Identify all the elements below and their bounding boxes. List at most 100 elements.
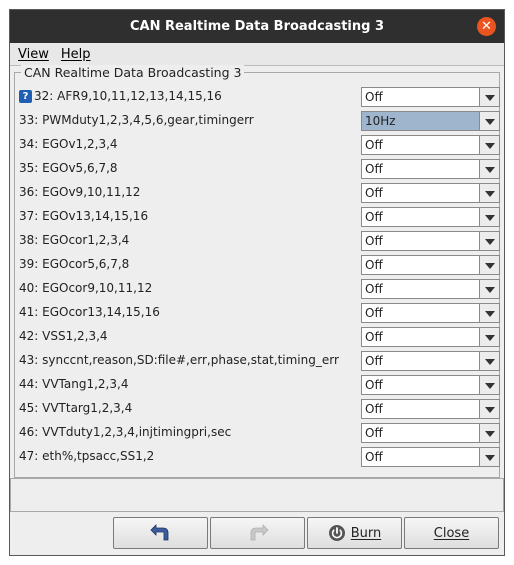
dropdown-value: Off bbox=[365, 402, 383, 416]
dropdown-value: 10Hz bbox=[362, 112, 480, 130]
menu-help[interactable]: Help bbox=[55, 47, 97, 62]
menu-view[interactable]: View bbox=[12, 47, 55, 62]
window-title: CAN Realtime Data Broadcasting 3 bbox=[129, 19, 385, 34]
setting-row: 43: synccnt,reason,SD:file#,err,phase,st… bbox=[19, 351, 500, 371]
setting-row: 38: EGOcor1,2,3,4 Off bbox=[19, 231, 500, 251]
setting-label-text: 36: EGOv9,10,11,12 bbox=[19, 185, 141, 199]
rate-dropdown[interactable]: Off bbox=[361, 159, 500, 179]
dropdown-value: Off bbox=[365, 138, 383, 152]
dropdown-value: Off bbox=[365, 354, 383, 368]
chevron-down-icon[interactable] bbox=[479, 232, 499, 250]
rate-dropdown[interactable]: Off bbox=[361, 399, 500, 419]
rate-dropdown[interactable]: Off bbox=[361, 303, 500, 323]
dropdown-value: Off bbox=[365, 186, 383, 200]
chevron-down-icon[interactable] bbox=[479, 280, 499, 298]
rate-dropdown[interactable]: 10Hz bbox=[361, 111, 500, 131]
rate-dropdown[interactable]: Off bbox=[361, 135, 500, 155]
rate-dropdown[interactable]: Off bbox=[361, 327, 500, 347]
setting-label: 46: VVTduty1,2,3,4,injtimingpri,sec bbox=[19, 425, 231, 439]
setting-label: 40: EGOcor9,10,11,12 bbox=[19, 281, 152, 295]
dropdown-value: Off bbox=[365, 426, 383, 440]
setting-row: 47: eth%,tpsacc,SS1,2 Off bbox=[19, 447, 500, 467]
dropdown-value: Off bbox=[365, 258, 383, 272]
setting-row: 44: VVTang1,2,3,4 Off bbox=[19, 375, 500, 395]
setting-label-text: 44: VVTang1,2,3,4 bbox=[19, 377, 129, 391]
setting-label: 38: EGOcor1,2,3,4 bbox=[19, 233, 129, 247]
settings-group: CAN Realtime Data Broadcasting 3 ? 32: AF… bbox=[14, 65, 500, 478]
burn-label: Burn bbox=[350, 525, 382, 541]
setting-label-text: 33: PWMduty1,2,3,4,5,6,gear,timingerr bbox=[19, 113, 254, 127]
rate-dropdown[interactable]: Off bbox=[361, 255, 500, 275]
group-title: CAN Realtime Data Broadcasting 3 bbox=[21, 65, 245, 80]
rate-dropdown[interactable]: Off bbox=[361, 351, 500, 371]
rate-dropdown[interactable]: Off bbox=[361, 375, 500, 395]
setting-label-text: 47: eth%,tpsacc,SS1,2 bbox=[19, 449, 155, 463]
chevron-down-icon[interactable] bbox=[479, 256, 499, 274]
setting-label: 42: VSS1,2,3,4 bbox=[19, 329, 108, 343]
setting-row: 41: EGOcor13,14,15,16 Off bbox=[19, 303, 500, 323]
rate-dropdown[interactable]: Off bbox=[361, 183, 500, 203]
dropdown-value: Off bbox=[365, 90, 383, 104]
rate-dropdown[interactable]: Off bbox=[361, 423, 500, 443]
setting-label: 35: EGOv5,6,7,8 bbox=[19, 161, 118, 175]
setting-label-text: 38: EGOcor1,2,3,4 bbox=[19, 233, 130, 247]
dropdown-value: Off bbox=[365, 450, 383, 464]
chevron-down-icon[interactable] bbox=[479, 400, 499, 418]
setting-label-text: 46: VVTduty1,2,3,4,injtimingpri,sec bbox=[19, 425, 232, 439]
setting-label-text: 43: synccnt,reason,SD:file#,err,phase,st… bbox=[19, 353, 339, 367]
chevron-down-icon[interactable] bbox=[479, 160, 499, 178]
setting-row: 39: EGOcor5,6,7,8 Off bbox=[19, 255, 500, 275]
help-icon[interactable]: ? bbox=[19, 90, 32, 103]
close-icon[interactable]: ✕ bbox=[477, 17, 496, 36]
setting-label: 47: eth%,tpsacc,SS1,2 bbox=[19, 449, 154, 463]
chevron-down-icon[interactable] bbox=[479, 184, 499, 202]
rate-dropdown[interactable]: Off bbox=[361, 231, 500, 251]
setting-label: 37: EGOv13,14,15,16 bbox=[19, 209, 148, 223]
status-bar bbox=[10, 478, 504, 512]
setting-label-text: 37: EGOv13,14,15,16 bbox=[19, 209, 149, 223]
title-bar: CAN Realtime Data Broadcasting 3 ✕ bbox=[10, 10, 504, 43]
button-row: Burn Close bbox=[10, 517, 504, 549]
setting-label-text: 42: VSS1,2,3,4 bbox=[19, 329, 108, 343]
dropdown-value: Off bbox=[365, 282, 383, 296]
setting-row: 45: VVTtarg1,2,3,4 Off bbox=[19, 399, 500, 419]
chevron-down-icon[interactable] bbox=[479, 112, 499, 130]
redo-button[interactable] bbox=[210, 517, 305, 549]
setting-label: 33: PWMduty1,2,3,4,5,6,gear,timingerr bbox=[19, 113, 254, 127]
setting-row: 37: EGOv13,14,15,16 Off bbox=[19, 207, 500, 227]
setting-label: 43: synccnt,reason,SD:file#,err,phase,st… bbox=[19, 353, 339, 367]
setting-row: ? 32: AFR9,10,11,12,13,14,15,16 Off bbox=[19, 87, 500, 107]
power-icon bbox=[328, 525, 345, 541]
undo-button[interactable] bbox=[113, 517, 208, 549]
setting-label-text: 34: EGOv1,2,3,4 bbox=[19, 137, 118, 151]
burn-button[interactable]: Burn bbox=[307, 517, 402, 549]
setting-row: 42: VSS1,2,3,4 Off bbox=[19, 327, 500, 347]
rate-dropdown[interactable]: Off bbox=[361, 87, 500, 107]
chevron-down-icon[interactable] bbox=[479, 88, 499, 106]
dropdown-value: Off bbox=[365, 306, 383, 320]
rate-dropdown[interactable]: Off bbox=[361, 447, 500, 467]
chevron-down-icon[interactable] bbox=[479, 352, 499, 370]
chevron-down-icon[interactable] bbox=[479, 424, 499, 442]
chevron-down-icon[interactable] bbox=[479, 208, 499, 226]
chevron-down-icon[interactable] bbox=[479, 304, 499, 322]
setting-row: 36: EGOv9,10,11,12 Off bbox=[19, 183, 500, 203]
close-label: Close bbox=[433, 525, 470, 541]
dropdown-value: Off bbox=[365, 234, 383, 248]
setting-row: 46: VVTduty1,2,3,4,injtimingpri,sec Off bbox=[19, 423, 500, 443]
setting-label: 36: EGOv9,10,11,12 bbox=[19, 185, 140, 199]
chevron-down-icon[interactable] bbox=[479, 328, 499, 346]
setting-label: 44: VVTang1,2,3,4 bbox=[19, 377, 128, 391]
rate-dropdown[interactable]: Off bbox=[361, 279, 500, 299]
chevron-down-icon[interactable] bbox=[479, 448, 499, 466]
setting-label: 39: EGOcor5,6,7,8 bbox=[19, 257, 129, 271]
setting-label: 34: EGOv1,2,3,4 bbox=[19, 137, 118, 151]
rate-dropdown[interactable]: Off bbox=[361, 207, 500, 227]
chevron-down-icon[interactable] bbox=[479, 136, 499, 154]
close-button[interactable]: Close bbox=[404, 517, 499, 549]
dialog-window: CAN Realtime Data Broadcasting 3 ✕ View … bbox=[9, 9, 505, 556]
setting-row: 40: EGOcor9,10,11,12 Off bbox=[19, 279, 500, 299]
dropdown-value: Off bbox=[365, 162, 383, 176]
chevron-down-icon[interactable] bbox=[479, 376, 499, 394]
setting-label: ? 32: AFR9,10,11,12,13,14,15,16 bbox=[19, 89, 222, 103]
